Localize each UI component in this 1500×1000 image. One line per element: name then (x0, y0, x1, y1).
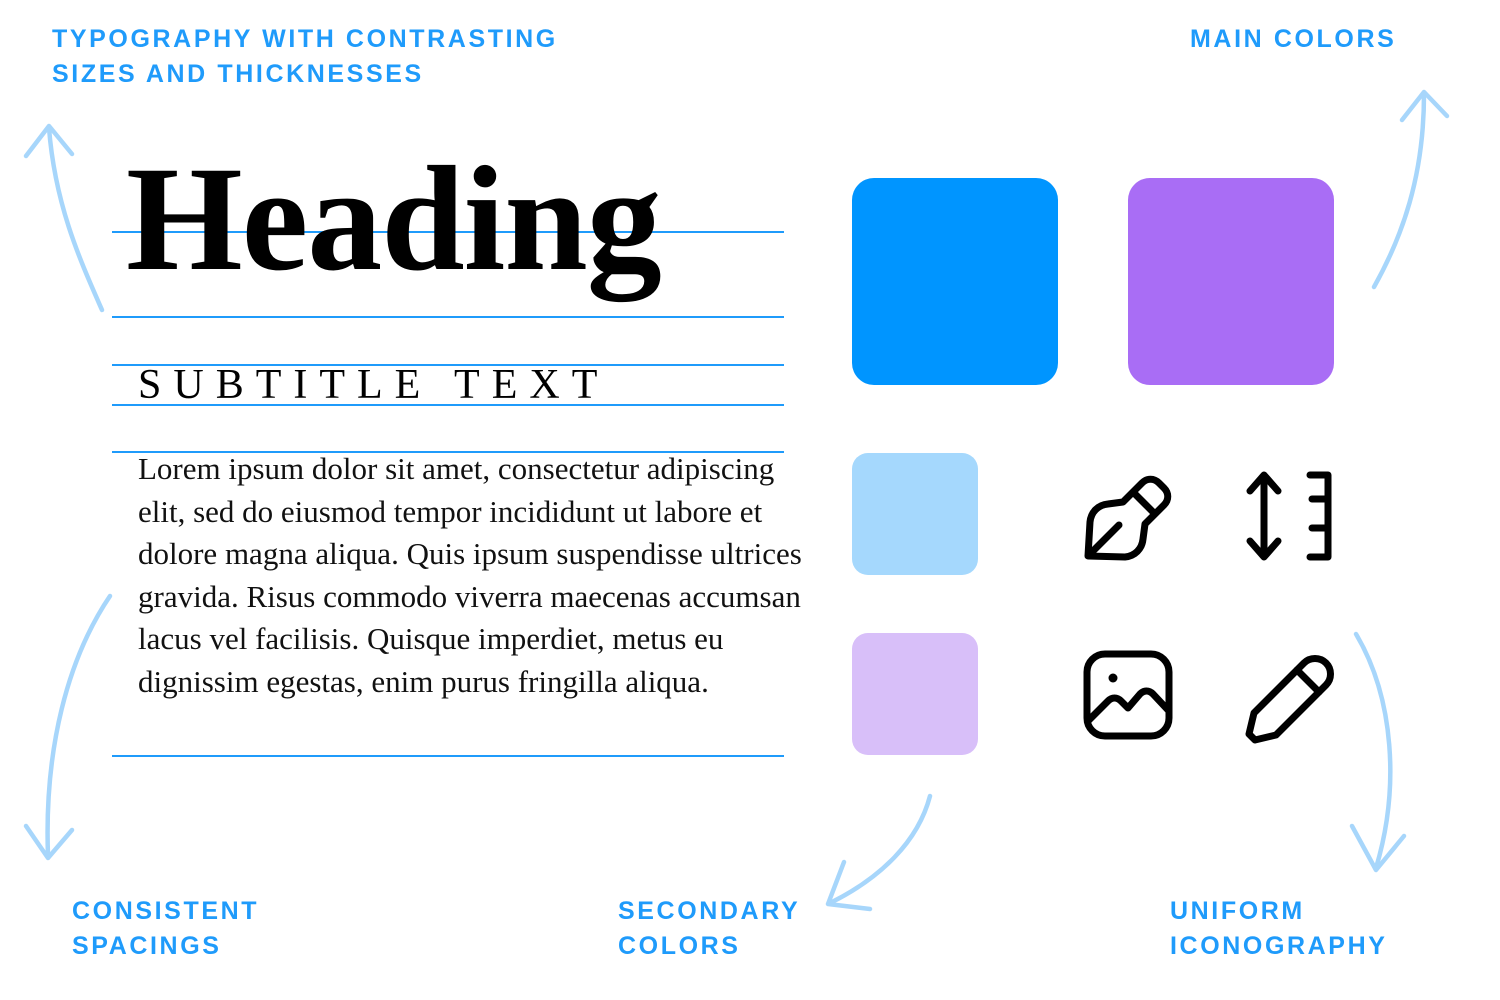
arrow-down-to-spacings-icon (23, 593, 113, 861)
callout-typography: TYPOGRAPHY WITH CONTRASTING SIZES AND TH… (52, 25, 558, 88)
guide-line-heading-baseline (112, 316, 784, 318)
callout-uniform-iconography: UNIFORM ICONOGRAPHY (1170, 897, 1388, 960)
swatch-primary-purple[interactable] (1128, 178, 1334, 385)
callout-main-colors: MAIN COLORS (1190, 25, 1397, 53)
subtitle-sample: SUBTITLE TEXT (138, 362, 610, 408)
arrow-down-left-to-secondary-colors-icon (825, 793, 933, 912)
arrow-up-to-main-colors-icon (1371, 89, 1450, 290)
swatch-secondary-light-blue[interactable] (852, 453, 978, 575)
swatch-primary-blue[interactable] (852, 178, 1058, 385)
callout-consistent-spacings: CONSISTENT SPACINGS (72, 897, 260, 960)
image-icon[interactable] (1078, 645, 1178, 745)
body-paragraph-sample: Lorem ipsum dolor sit amet, consectetur … (138, 451, 802, 699)
line-height-icon[interactable] (1238, 466, 1338, 566)
heading-sample: Heading (126, 136, 662, 302)
guide-line-body-baseline (112, 755, 784, 757)
swatch-secondary-light-purple[interactable] (852, 633, 978, 755)
callout-secondary-colors: SECONDARY COLORS (618, 897, 801, 960)
pencil-icon[interactable] (1238, 645, 1338, 745)
pen-nib-icon[interactable] (1078, 466, 1178, 566)
arrow-down-to-iconography-icon (1349, 631, 1407, 873)
